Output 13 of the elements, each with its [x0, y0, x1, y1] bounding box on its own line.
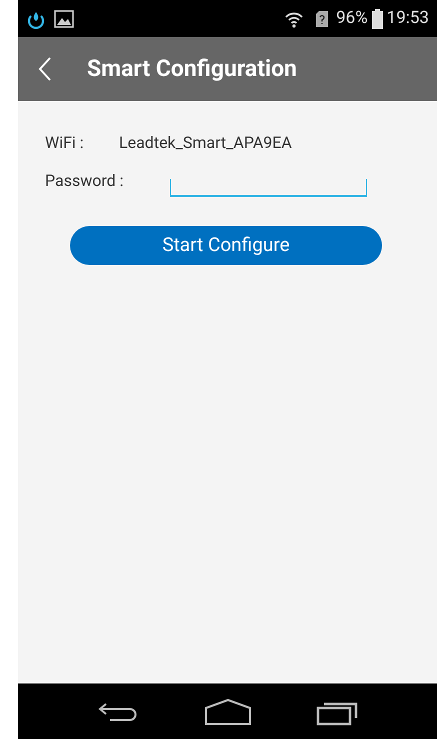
clock: 19:53	[386, 6, 429, 30]
start-configure-button[interactable]: Start Configure	[70, 226, 382, 265]
home-icon[interactable]	[204, 698, 252, 726]
password-label: Password :	[45, 170, 125, 192]
wifi-name: Leadtek_Smart_APA9EA	[119, 132, 292, 154]
battery-percent: 96%	[336, 6, 368, 30]
battery-icon	[372, 8, 383, 28]
screen-title: Smart Configuration	[87, 54, 297, 84]
wifi-label: WiFi :	[45, 132, 85, 154]
image-icon	[54, 10, 74, 28]
sim-icon	[316, 10, 328, 26]
password-field[interactable]	[170, 179, 367, 197]
wifi-icon	[284, 10, 304, 28]
